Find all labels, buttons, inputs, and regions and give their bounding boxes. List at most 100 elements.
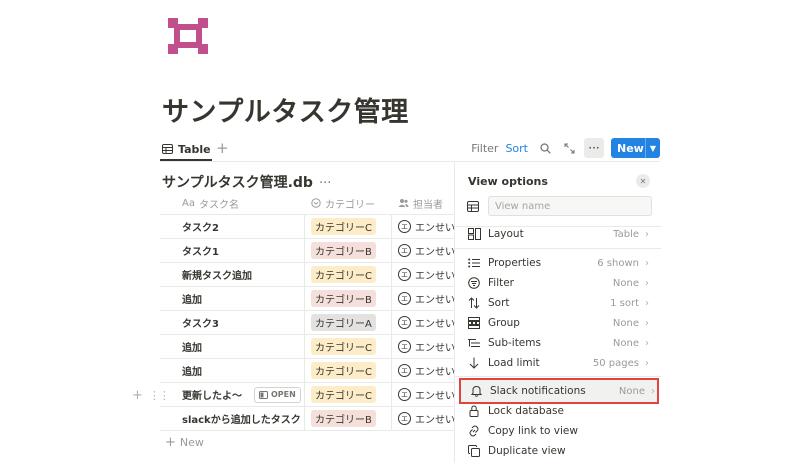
cell-task-name[interactable]: 追加: [160, 358, 305, 383]
cell-task-name[interactable]: 新規タスク追加: [160, 262, 305, 287]
option-label: Properties: [488, 257, 542, 269]
layout-icon: [467, 227, 481, 241]
tab-table-label: Table: [178, 142, 211, 156]
assignee-name: エンせい: [415, 247, 454, 258]
cell-assignee[interactable]: エエンせい: [392, 215, 454, 239]
drag-handle-icon[interactable]: ⋮⋮: [149, 389, 170, 402]
option-lock-database[interactable]: Lock database: [467, 401, 651, 421]
cell-category[interactable]: カテゴリーC: [305, 382, 392, 407]
add-row-button[interactable]: + New: [160, 430, 454, 454]
column-header-assignee[interactable]: 担当者: [392, 192, 454, 214]
option-properties[interactable]: Properties 6 shown ›: [467, 253, 651, 273]
column-header-category[interactable]: カテゴリー: [305, 192, 392, 214]
panel-divider: [455, 248, 661, 249]
close-icon[interactable]: ✕: [636, 174, 650, 188]
tab-table[interactable]: Table: [162, 137, 211, 161]
cell-task-name[interactable]: タスク3: [160, 310, 305, 335]
chevron-right-icon: ›: [645, 357, 649, 369]
table-row[interactable]: 新規タスク追加 カテゴリーC エエンせい: [160, 262, 454, 287]
chevron-right-icon: ›: [651, 385, 655, 397]
option-label: Sort: [488, 297, 510, 309]
avatar: エ: [398, 364, 411, 377]
avatar: エ: [398, 220, 411, 233]
option-duplicate-view[interactable]: Duplicate view: [467, 441, 651, 461]
select-property-icon: [311, 198, 321, 208]
cell-assignee[interactable]: エエンせい: [392, 239, 454, 263]
chevron-right-icon: ›: [645, 317, 649, 329]
cell-task-name[interactable]: 追加: [160, 286, 305, 311]
cell-task-name[interactable]: 更新したよ〜 OPEN: [160, 382, 305, 407]
cell-task-name[interactable]: slackから追加したタスク: [160, 406, 305, 431]
assignee-name: エンせい: [415, 391, 454, 402]
column-header-name[interactable]: Aa タスク名: [160, 192, 305, 214]
table-row[interactable]: 追加 カテゴリーB エエンせい: [160, 286, 454, 311]
table-row[interactable]: タスク2 カテゴリーC エエンせい: [160, 214, 454, 239]
table-body: タスク2 カテゴリーC エエンせい タスク1 カテゴリーB エエンせい 新規タス…: [160, 214, 454, 431]
option-copy-link[interactable]: Copy link to view: [467, 421, 651, 441]
cell-category[interactable]: カテゴリーC: [305, 358, 392, 383]
cell-category[interactable]: カテゴリーC: [305, 262, 392, 287]
table-row[interactable]: slackから追加したタスク カテゴリーB エエンせい: [160, 406, 454, 431]
option-label: Sub-items: [488, 337, 541, 349]
subitems-icon: [467, 336, 481, 350]
cell-assignee[interactable]: エエンせい: [392, 407, 454, 431]
filter-button[interactable]: Filter: [471, 142, 498, 155]
view-options-panel: View options ✕ Layout Table › Properties…: [454, 162, 661, 463]
view-bar: Table + Filter Sort ··· New ▼: [160, 137, 660, 161]
cell-category[interactable]: カテゴリーC: [305, 334, 392, 359]
assignee-name: エンせい: [415, 295, 454, 306]
chevron-down-icon[interactable]: ▼: [646, 144, 660, 153]
cell-category[interactable]: カテゴリーA: [305, 310, 392, 335]
assignee-name: エンせい: [415, 415, 454, 426]
table-icon: [162, 144, 173, 154]
cell-category[interactable]: カテゴリーB: [305, 238, 392, 263]
option-load-limit[interactable]: Load limit 50 pages ›: [467, 353, 651, 373]
column-header-name-label: タスク名: [198, 199, 239, 211]
table-row[interactable]: 追加 カテゴリーC エエンせい: [160, 334, 454, 359]
cell-assignee[interactable]: エエンせい: [392, 359, 454, 383]
category-tag: カテゴリーC: [311, 218, 376, 235]
assignee-name: エンせい: [415, 343, 454, 354]
cell-category[interactable]: カテゴリーC: [305, 214, 392, 239]
option-filter[interactable]: Filter None ›: [467, 273, 651, 293]
group-icon: [467, 316, 481, 330]
sort-button[interactable]: Sort: [505, 142, 528, 155]
view-name-input[interactable]: [488, 196, 652, 216]
cell-task-name[interactable]: タスク1: [160, 238, 305, 263]
option-value: None: [612, 277, 639, 289]
cell-category[interactable]: カテゴリーB: [305, 406, 392, 431]
option-layout[interactable]: Layout Table ›: [467, 224, 651, 244]
database-more-icon[interactable]: ···: [319, 176, 331, 191]
cell-category[interactable]: カテゴリーB: [305, 286, 392, 311]
cell-assignee[interactable]: エエンせい: [392, 263, 454, 287]
open-page-button[interactable]: OPEN: [254, 386, 301, 403]
lock-icon: [467, 404, 481, 418]
new-button[interactable]: New ▼: [611, 138, 660, 158]
table-row[interactable]: 追加 カテゴリーC エエンせい: [160, 358, 454, 383]
cell-assignee[interactable]: エエンせい: [392, 335, 454, 359]
add-view-button[interactable]: +: [216, 139, 229, 157]
search-icon[interactable]: [536, 139, 554, 157]
database-title[interactable]: サンプルタスク管理.db ···: [162, 172, 331, 192]
expand-icon[interactable]: [560, 139, 578, 157]
cell-assignee[interactable]: エエンせい: [392, 311, 454, 335]
option-value: None: [618, 385, 645, 397]
cell-assignee[interactable]: エエンせい: [392, 383, 454, 407]
assignee-name: エンせい: [415, 319, 454, 330]
add-row-plus-icon[interactable]: +: [132, 388, 143, 403]
option-sort[interactable]: Sort 1 sort ›: [467, 293, 651, 313]
more-options-icon[interactable]: ···: [584, 138, 604, 158]
table-row[interactable]: タスク3 カテゴリーA エエンせい: [160, 310, 454, 335]
cell-assignee[interactable]: エエンせい: [392, 287, 454, 311]
table-row[interactable]: タスク1 カテゴリーB エエンせい: [160, 238, 454, 263]
cell-task-name[interactable]: タスク2: [160, 214, 305, 239]
page-icon[interactable]: [164, 14, 212, 58]
cell-task-name[interactable]: 追加: [160, 334, 305, 359]
table-row[interactable]: 更新したよ〜 OPEN カテゴリーC エエンせい: [160, 382, 454, 407]
category-tag: カテゴリーB: [311, 242, 376, 259]
chevron-right-icon: ›: [645, 337, 649, 349]
option-group[interactable]: Group None ›: [467, 313, 651, 333]
option-subitems[interactable]: Sub-items None ›: [467, 333, 651, 353]
bell-icon: [469, 384, 483, 398]
option-label: Filter: [488, 277, 515, 289]
